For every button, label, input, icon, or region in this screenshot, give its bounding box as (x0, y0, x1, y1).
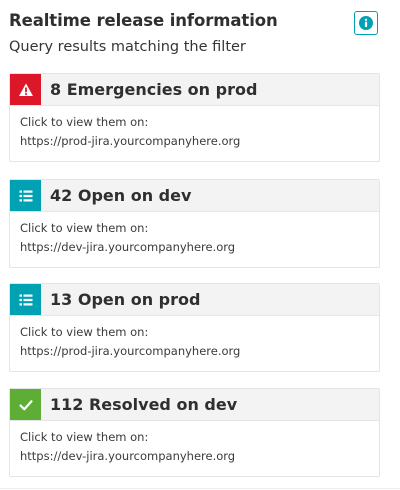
card-title: 8 Emergencies on prod (50, 80, 258, 99)
card-body: Click to view them on: https://prod-jira… (20, 324, 371, 360)
release-card-open-prod[interactable]: 13 Open on prod Click to view them on: h… (9, 283, 380, 372)
release-card-emergencies-prod[interactable]: 8 Emergencies on prod Click to view them… (9, 73, 380, 162)
release-card-resolved-dev[interactable]: 112 Resolved on dev Click to view them o… (9, 388, 380, 477)
card-title: 112 Resolved on dev (50, 395, 238, 414)
status-badge (10, 74, 41, 105)
card-header: 13 Open on prod (10, 284, 379, 316)
check-icon (18, 399, 33, 410)
bottom-divider (0, 488, 400, 489)
card-link[interactable]: https://dev-jira.yourcompanyhere.org (20, 239, 371, 256)
status-badge (10, 389, 41, 420)
card-header: 42 Open on dev (10, 180, 379, 212)
widget-header: Realtime release information Query resul… (9, 11, 389, 61)
card-link[interactable]: https://dev-jira.yourcompanyhere.org (20, 448, 371, 465)
card-title: 13 Open on prod (50, 290, 201, 309)
card-body: Click to view them on: https://dev-jira.… (20, 220, 371, 256)
release-card-open-dev[interactable]: 42 Open on dev Click to view them on: ht… (9, 179, 380, 268)
card-link[interactable]: https://prod-jira.yourcompanyhere.org (20, 133, 371, 150)
warning-icon (18, 83, 33, 96)
list-icon (19, 190, 32, 201)
card-caption: Click to view them on: (20, 325, 149, 339)
list-icon (19, 294, 32, 305)
card-title: 42 Open on dev (50, 186, 192, 205)
status-badge (10, 180, 41, 211)
status-badge (10, 284, 41, 315)
card-header: 112 Resolved on dev (10, 389, 379, 421)
info-icon (359, 16, 373, 30)
widget-title: Realtime release information (9, 11, 278, 30)
info-button[interactable] (354, 11, 378, 35)
card-caption: Click to view them on: (20, 221, 149, 235)
card-caption: Click to view them on: (20, 115, 149, 129)
widget-subtitle: Query results matching the filter (9, 39, 246, 55)
card-body: Click to view them on: https://prod-jira… (20, 114, 371, 150)
card-caption: Click to view them on: (20, 430, 149, 444)
card-header: 8 Emergencies on prod (10, 74, 379, 106)
card-body: Click to view them on: https://dev-jira.… (20, 429, 371, 465)
card-link[interactable]: https://prod-jira.yourcompanyhere.org (20, 343, 371, 360)
